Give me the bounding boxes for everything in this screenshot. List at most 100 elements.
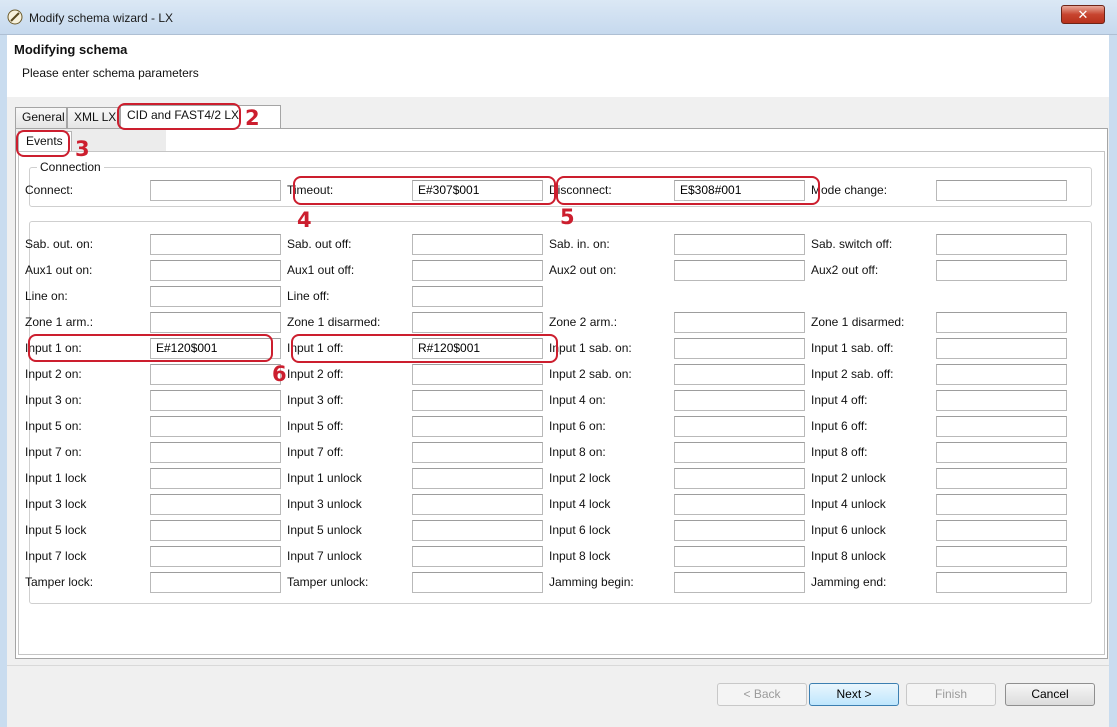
- field-tamper-lock[interactable]: [150, 572, 281, 593]
- annotation-outline: [16, 130, 70, 157]
- label-input-2-lock: Input 2 lock: [549, 471, 611, 485]
- annotation-marker: 5: [560, 205, 575, 229]
- field-input-8-on[interactable]: [674, 442, 805, 463]
- field-input-5-lock[interactable]: [150, 520, 281, 541]
- field-zone-1-disarmed[interactable]: [936, 312, 1067, 333]
- field-sab-out-on[interactable]: [150, 234, 281, 255]
- label-connect: Connect:: [25, 183, 74, 197]
- label-input-4-unlock: Input 4 unlock: [811, 497, 886, 511]
- label-input-8-off: Input 8 off:: [811, 445, 868, 459]
- field-sab-in-on[interactable]: [674, 234, 805, 255]
- annotation-marker: 3: [75, 137, 90, 161]
- field-aux1-out-off[interactable]: [412, 260, 543, 281]
- wizard-header: Modifying schema Please enter schema par…: [7, 35, 1109, 97]
- field-input-6-off[interactable]: [936, 416, 1067, 437]
- field-sab-out-off[interactable]: [412, 234, 543, 255]
- field-zone-2-arm[interactable]: [674, 312, 805, 333]
- field-input-1-sab-on[interactable]: [674, 338, 805, 359]
- field-input-7-lock[interactable]: [150, 546, 281, 567]
- label-line-off: Line off:: [287, 289, 330, 303]
- annotation-marker: 2: [245, 106, 260, 130]
- field-zone-1-disarmed[interactable]: [412, 312, 543, 333]
- field-jamming-end[interactable]: [936, 572, 1067, 593]
- page-title: Modifying schema: [14, 42, 128, 57]
- field-input-2-sab-on[interactable]: [674, 364, 805, 385]
- page-subtitle: Please enter schema parameters: [22, 66, 199, 80]
- field-connect[interactable]: [150, 180, 281, 201]
- field-aux2-out-off[interactable]: [936, 260, 1067, 281]
- finish-button[interactable]: Finish: [906, 683, 996, 706]
- field-line-off[interactable]: [412, 286, 543, 307]
- label-input-7-lock: Input 7 lock: [25, 549, 87, 563]
- label-zone-1-disarmed: Zone 1 disarmed:: [287, 315, 381, 329]
- field-input-5-on[interactable]: [150, 416, 281, 437]
- field-input-4-off[interactable]: [936, 390, 1067, 411]
- back-button[interactable]: < Back: [717, 683, 807, 706]
- label-input-5-unlock: Input 5 unlock: [287, 523, 362, 537]
- field-input-7-off[interactable]: [412, 442, 543, 463]
- label-jamming-end: Jamming end:: [811, 575, 887, 589]
- field-jamming-begin[interactable]: [674, 572, 805, 593]
- field-input-1-lock[interactable]: [150, 468, 281, 489]
- label-input-1-sab-off: Input 1 sab. off:: [811, 341, 894, 355]
- label-input-2-sab-on: Input 2 sab. on:: [549, 367, 632, 381]
- label-input-4-off: Input 4 off:: [811, 393, 868, 407]
- field-input-2-on[interactable]: [150, 364, 281, 385]
- field-input-8-off[interactable]: [936, 442, 1067, 463]
- label-line-on: Line on:: [25, 289, 68, 303]
- field-input-4-on[interactable]: [674, 390, 805, 411]
- field-aux1-out-on[interactable]: [150, 260, 281, 281]
- connection-legend: Connection: [37, 160, 104, 174]
- field-input-6-lock[interactable]: [674, 520, 805, 541]
- field-input-2-unlock[interactable]: [936, 468, 1067, 489]
- field-input-4-lock[interactable]: [674, 494, 805, 515]
- field-line-on[interactable]: [150, 286, 281, 307]
- label-input-7-unlock: Input 7 unlock: [287, 549, 362, 563]
- cancel-button[interactable]: Cancel: [1005, 683, 1095, 706]
- field-aux2-out-on[interactable]: [674, 260, 805, 281]
- annotation-marker: 6: [272, 362, 287, 386]
- field-zone-1-arm[interactable]: [150, 312, 281, 333]
- field-input-2-lock[interactable]: [674, 468, 805, 489]
- label-input-3-off: Input 3 off:: [287, 393, 344, 407]
- field-input-7-on[interactable]: [150, 442, 281, 463]
- field-input-3-unlock[interactable]: [412, 494, 543, 515]
- title-bar: Modify schema wizard - LX ✕: [0, 0, 1117, 35]
- field-input-3-off[interactable]: [412, 390, 543, 411]
- label-input-6-on: Input 6 on:: [549, 419, 606, 433]
- field-sab-switch-off[interactable]: [936, 234, 1067, 255]
- field-input-5-unlock[interactable]: [412, 520, 543, 541]
- field-tamper-unlock[interactable]: [412, 572, 543, 593]
- field-input-2-sab-off[interactable]: [936, 364, 1067, 385]
- field-mode-change[interactable]: [936, 180, 1067, 201]
- field-input-1-unlock[interactable]: [412, 468, 543, 489]
- button-bar: < Back Next > Finish Cancel: [7, 665, 1109, 727]
- field-input-7-unlock[interactable]: [412, 546, 543, 567]
- field-input-4-unlock[interactable]: [936, 494, 1067, 515]
- field-input-3-lock[interactable]: [150, 494, 281, 515]
- next-button[interactable]: Next >: [809, 683, 899, 706]
- close-button[interactable]: ✕: [1061, 5, 1105, 24]
- label-aux1-out-on: Aux1 out on:: [25, 263, 93, 277]
- field-input-5-off[interactable]: [412, 416, 543, 437]
- field-input-2-off[interactable]: [412, 364, 543, 385]
- tab-general[interactable]: General: [15, 107, 67, 128]
- field-input-3-on[interactable]: [150, 390, 281, 411]
- label-aux2-out-on: Aux2 out on:: [549, 263, 617, 277]
- label-input-3-on: Input 3 on:: [25, 393, 82, 407]
- label-zone-1-disarmed: Zone 1 disarmed:: [811, 315, 905, 329]
- label-zone-1-arm: Zone 1 arm.:: [25, 315, 94, 329]
- field-input-8-lock[interactable]: [674, 546, 805, 567]
- annotation-outline: [556, 176, 820, 205]
- label-sab-in-on: Sab. in. on:: [549, 237, 610, 251]
- field-input-6-on[interactable]: [674, 416, 805, 437]
- field-input-6-unlock[interactable]: [936, 520, 1067, 541]
- label-tamper-unlock: Tamper unlock:: [287, 575, 369, 589]
- label-input-2-on: Input 2 on:: [25, 367, 82, 381]
- label-input-1-lock: Input 1 lock: [25, 471, 87, 485]
- tab-xml-lx[interactable]: XML LX: [67, 107, 120, 128]
- label-input-7-on: Input 7 on:: [25, 445, 82, 459]
- field-input-1-sab-off[interactable]: [936, 338, 1067, 359]
- field-input-8-unlock[interactable]: [936, 546, 1067, 567]
- label-input-3-lock: Input 3 lock: [25, 497, 87, 511]
